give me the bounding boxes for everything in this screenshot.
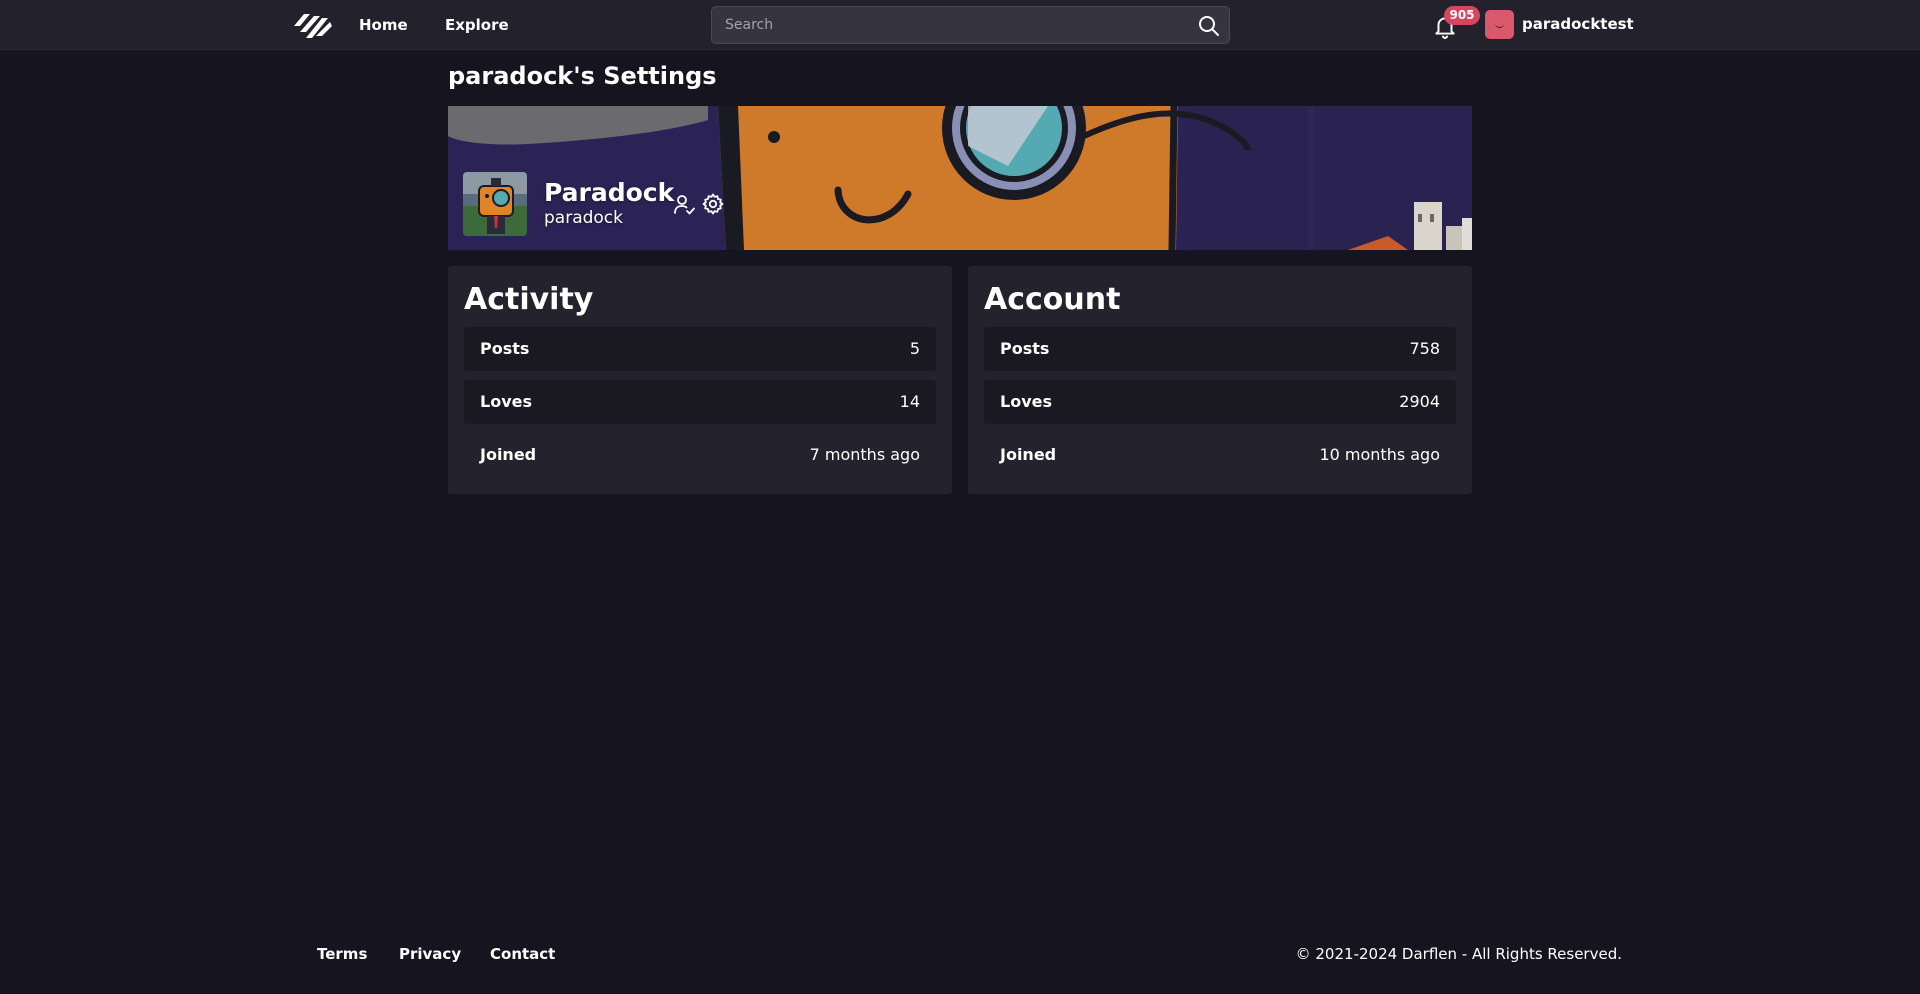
darflen-logo-icon[interactable] [292,10,334,40]
search-icon[interactable] [1197,14,1221,38]
activity-joined-row: Joined 7 months ago [464,433,936,477]
search-bar [711,6,1230,44]
stat-label: Joined [1000,445,1057,464]
account-card: Account Posts 758 Loves 2904 Joined 10 m… [968,266,1472,494]
nav-home-link[interactable]: Home [359,16,408,34]
notification-count-badge: 905 [1444,6,1480,25]
gear-icon[interactable] [701,192,725,216]
activity-title: Activity [464,282,594,317]
stat-value: 10 months ago [1319,445,1440,464]
stat-value: 758 [1409,339,1440,358]
profile-avatar[interactable] [463,172,527,236]
stat-value: 2904 [1399,392,1440,411]
user-avatar[interactable] [1485,10,1514,39]
profile-handle: paradock [544,208,623,228]
footer-privacy-link[interactable]: Privacy [399,945,461,963]
activity-loves-row: Loves 14 [464,380,936,424]
footer-copyright: © 2021-2024 Darflen - All Rights Reserve… [1295,945,1622,963]
top-navigation-bar: Home Explore 905 paradocktest [0,0,1920,50]
activity-posts-row: Posts 5 [464,327,936,371]
stat-label: Loves [1000,392,1052,411]
stat-label: Posts [1000,339,1050,358]
page-title: paradock's Settings [448,62,717,90]
activity-card: Activity Posts 5 Loves 14 Joined 7 month… [448,266,952,494]
stat-label: Posts [480,339,530,358]
account-joined-row: Joined 10 months ago [984,433,1456,477]
stat-value: 14 [899,392,920,411]
stat-value: 5 [909,339,920,358]
profile-banner: Paradock paradock [448,106,1472,250]
stat-value: 7 months ago [809,445,920,464]
user-follow-icon[interactable] [672,192,696,216]
search-input[interactable] [712,7,1182,43]
nav-explore-link[interactable]: Explore [445,16,509,34]
profile-display-name: Paradock [544,178,675,207]
account-loves-row: Loves 2904 [984,380,1456,424]
user-menu-username[interactable]: paradocktest [1522,15,1634,33]
stat-label: Joined [480,445,537,464]
avatar-smile-icon [1495,23,1504,28]
account-posts-row: Posts 758 [984,327,1456,371]
account-title: Account [984,282,1121,317]
footer-contact-link[interactable]: Contact [490,945,555,963]
stat-label: Loves [480,392,532,411]
footer-terms-link[interactable]: Terms [317,945,367,963]
